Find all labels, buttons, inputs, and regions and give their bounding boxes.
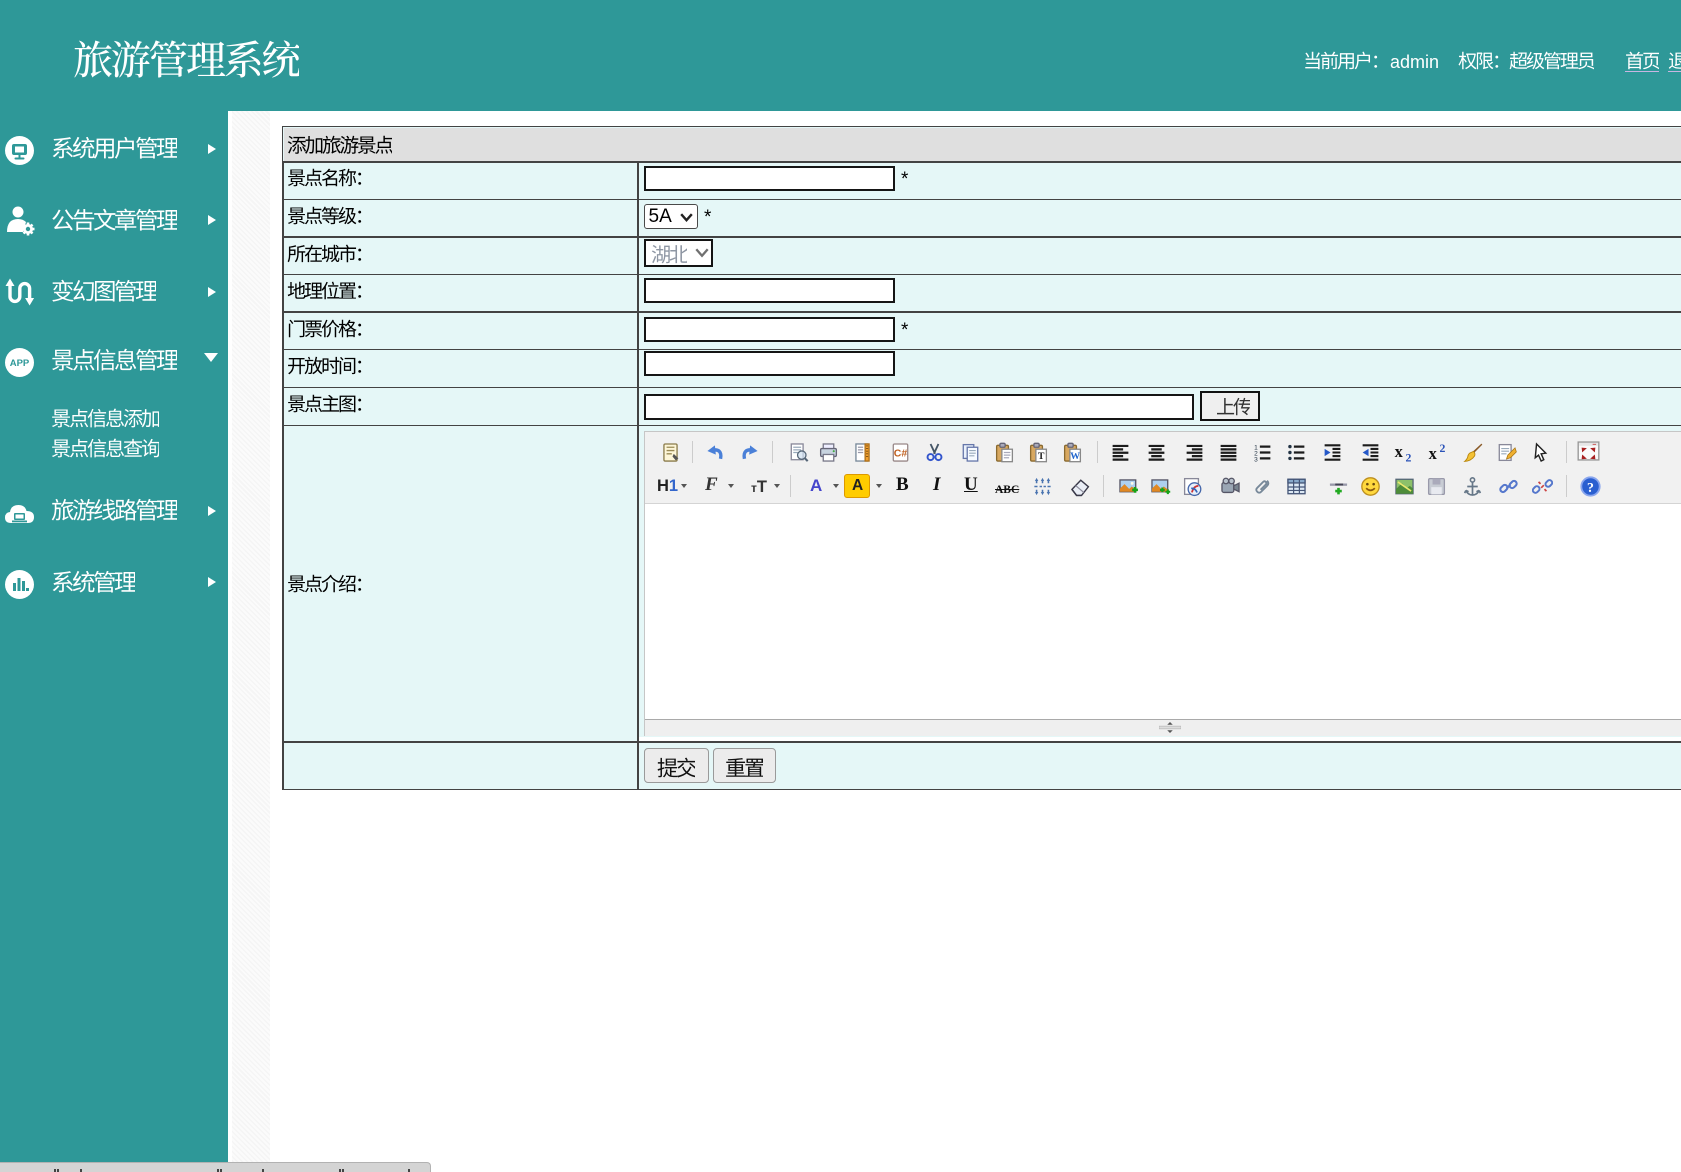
svg-text:x: x [1395, 442, 1404, 461]
svg-text:C#: C# [894, 447, 908, 459]
svg-text:T: T [1038, 451, 1045, 462]
svg-text:2: 2 [1440, 442, 1446, 455]
svg-text:W: W [1070, 451, 1080, 462]
svg-text:3: 3 [1254, 456, 1258, 463]
svg-text:?: ? [1587, 480, 1594, 495]
svg-text:x: x [1429, 444, 1438, 463]
svg-text:APP: APP [10, 358, 30, 369]
svg-text:2: 2 [1406, 451, 1412, 463]
